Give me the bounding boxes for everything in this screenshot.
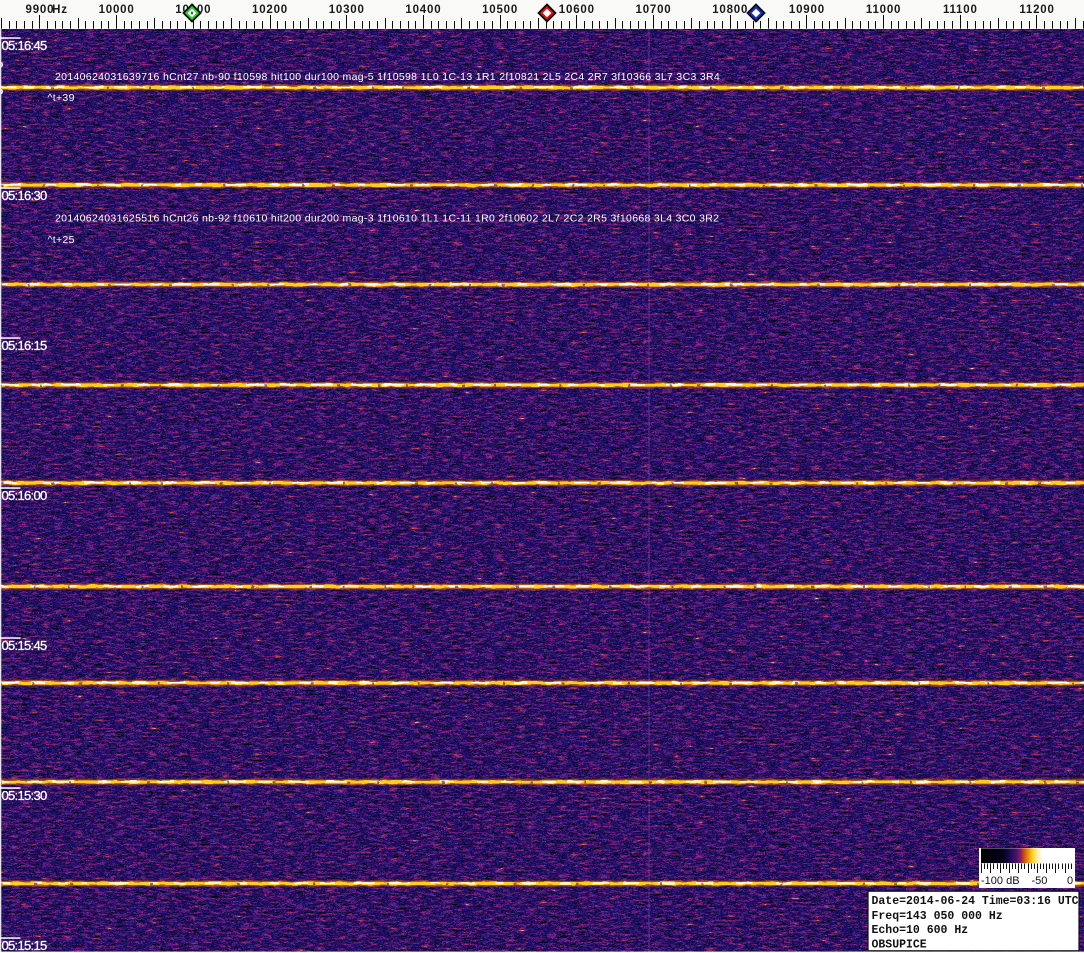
svg-text:9900: 9900: [26, 4, 55, 16]
svg-text:11000: 11000: [866, 4, 901, 16]
svg-text:05:16:30: 05:16:30: [2, 188, 47, 203]
svg-text:05:15:15: 05:15:15: [2, 938, 47, 953]
svg-text:05:16:00: 05:16:00: [2, 488, 47, 503]
svg-text:Freq=143 050 000 Hz: Freq=143 050 000 Hz: [872, 910, 1003, 923]
svg-text:10600: 10600: [559, 4, 595, 16]
svg-text:0: 0: [1067, 875, 1073, 887]
svg-text:11200: 11200: [1019, 4, 1054, 16]
svg-text:OBSUPICE: OBSUPICE: [872, 939, 927, 952]
svg-text:10000: 10000: [99, 4, 135, 16]
svg-text:Date=2014-06-24 Time=03:16 UTC: Date=2014-06-24 Time=03:16 UTC: [872, 895, 1079, 908]
svg-text:-100 dB: -100 dB: [981, 875, 1020, 887]
svg-text:^t+25: ^t+25: [48, 234, 75, 246]
svg-text:05:16:45: 05:16:45: [2, 38, 47, 53]
svg-text:-50: -50: [1032, 875, 1048, 887]
svg-text:20140624031639716 hCnt27 nb-90: 20140624031639716 hCnt27 nb-90 f10598 hi…: [55, 71, 720, 83]
svg-text:Hz: Hz: [52, 4, 68, 16]
svg-text:10300: 10300: [329, 4, 365, 16]
svg-text:10200: 10200: [252, 4, 288, 16]
svg-text:Echo=10 600 Hz: Echo=10 600 Hz: [872, 924, 969, 937]
svg-text:05:15:30: 05:15:30: [2, 788, 47, 803]
svg-text:05:16:15: 05:16:15: [2, 338, 47, 353]
svg-text:^t+39: ^t+39: [48, 92, 75, 104]
svg-text:10500: 10500: [482, 4, 518, 16]
svg-text:10800: 10800: [712, 4, 748, 16]
svg-text:10700: 10700: [636, 4, 672, 16]
svg-text:20140624031625516 hCnt26 nb-92: 20140624031625516 hCnt26 nb-92 f10610 hi…: [55, 213, 719, 225]
svg-text:05:15:45: 05:15:45: [2, 638, 47, 653]
svg-text:10400: 10400: [405, 4, 441, 16]
svg-text:11100: 11100: [943, 4, 978, 16]
svg-text:10900: 10900: [789, 4, 825, 16]
